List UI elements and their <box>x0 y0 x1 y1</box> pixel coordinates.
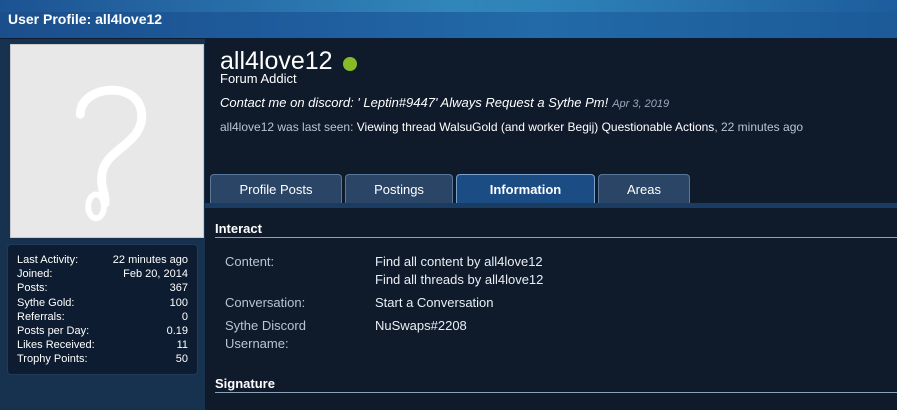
stat-row-referrals: Referrals: 0 <box>17 310 188 324</box>
discord-username-value: NuSwaps#2208 <box>375 318 467 333</box>
title-bar: User Profile: all4love12 <box>0 0 897 39</box>
find-all-threads-link[interactable]: Find all threads by all4love12 <box>375 272 543 287</box>
last-seen-activity: Viewing thread <box>356 120 436 134</box>
tab-information[interactable]: Information <box>456 174 595 204</box>
stat-value: 100 <box>169 296 188 309</box>
stat-value[interactable]: 50 <box>176 352 188 366</box>
signature-header: Signature <box>215 376 275 391</box>
start-conversation-link[interactable]: Start a Conversation <box>375 295 494 310</box>
stat-value: 0 <box>181 310 188 323</box>
tab-underline <box>205 203 897 208</box>
window-title: User Profile: all4love12 <box>8 11 163 27</box>
stat-label: Last Activity: <box>17 254 79 266</box>
find-all-content-link[interactable]: Find all content by all4love12 <box>375 254 543 269</box>
user-title: Forum Addict <box>220 71 297 86</box>
status-date[interactable]: Apr 3, 2019 <box>612 98 669 110</box>
last-seen-line: all4love12 was last seen: Viewing thread… <box>220 120 803 134</box>
discord-label-line-1: Sythe Discord <box>225 318 306 333</box>
last-seen-thread-link[interactable]: WalsuGold (and worker Begij) Questionabl… <box>439 120 714 134</box>
user-stats-panel: Last Activity: 22 minutes ago Joined: Fe… <box>7 244 198 375</box>
tab-areas[interactable]: Areas <box>598 174 690 204</box>
stat-label: Referrals: <box>17 310 65 323</box>
stat-label: Trophy Points: <box>17 353 88 366</box>
stat-row-sythe-gold: Sythe Gold: 100 <box>17 296 188 310</box>
discord-label-line-2: Username: <box>225 336 289 351</box>
conversation-label: Conversation: <box>225 295 306 310</box>
stat-value: 0.19 <box>166 325 188 338</box>
stat-row-posts[interactable]: Posts: 367 <box>17 281 188 295</box>
status-message: Contact me on discord: ' Leptin#9447' Al… <box>220 95 609 110</box>
section-divider <box>215 237 897 238</box>
stat-row-joined: Joined: Feb 20, 2014 <box>17 267 188 281</box>
status-message-line: Contact me on discord: ' Leptin#9447' Al… <box>220 95 669 110</box>
stat-value: Feb 20, 2014 <box>123 268 188 281</box>
stat-value: 22 minutes ago <box>112 254 188 266</box>
last-seen-time: , 22 minutes ago <box>714 120 804 134</box>
online-status-icon <box>342 56 357 71</box>
stat-row-posts-per-day: Posts per Day: 0.19 <box>17 324 188 338</box>
avatar[interactable] <box>10 44 204 238</box>
last-seen-prefix: all4love12 was last seen: <box>220 120 354 134</box>
stat-label: Likes Received: <box>17 339 95 352</box>
tab-profile-posts[interactable]: Profile Posts <box>210 174 342 204</box>
tab-postings[interactable]: Postings <box>345 174 453 204</box>
stat-row-likes-received: Likes Received: 11 <box>17 338 188 352</box>
content-label: Content: <box>225 254 275 269</box>
stat-label: Joined: <box>17 268 53 281</box>
section-divider <box>215 392 897 393</box>
stat-label: Posts: <box>17 282 48 295</box>
stat-label: Posts per Day: <box>17 325 90 338</box>
stat-label: Sythe Gold: <box>17 296 75 309</box>
interact-header: Interact <box>215 221 262 236</box>
stat-value[interactable]: 367 <box>170 281 188 295</box>
stat-row-trophy-points[interactable]: Trophy Points: 50 <box>17 352 188 366</box>
stat-value: 11 <box>176 339 188 352</box>
default-avatar-icon <box>11 45 203 237</box>
stat-row-last-activity: Last Activity: 22 minutes ago <box>17 253 188 267</box>
